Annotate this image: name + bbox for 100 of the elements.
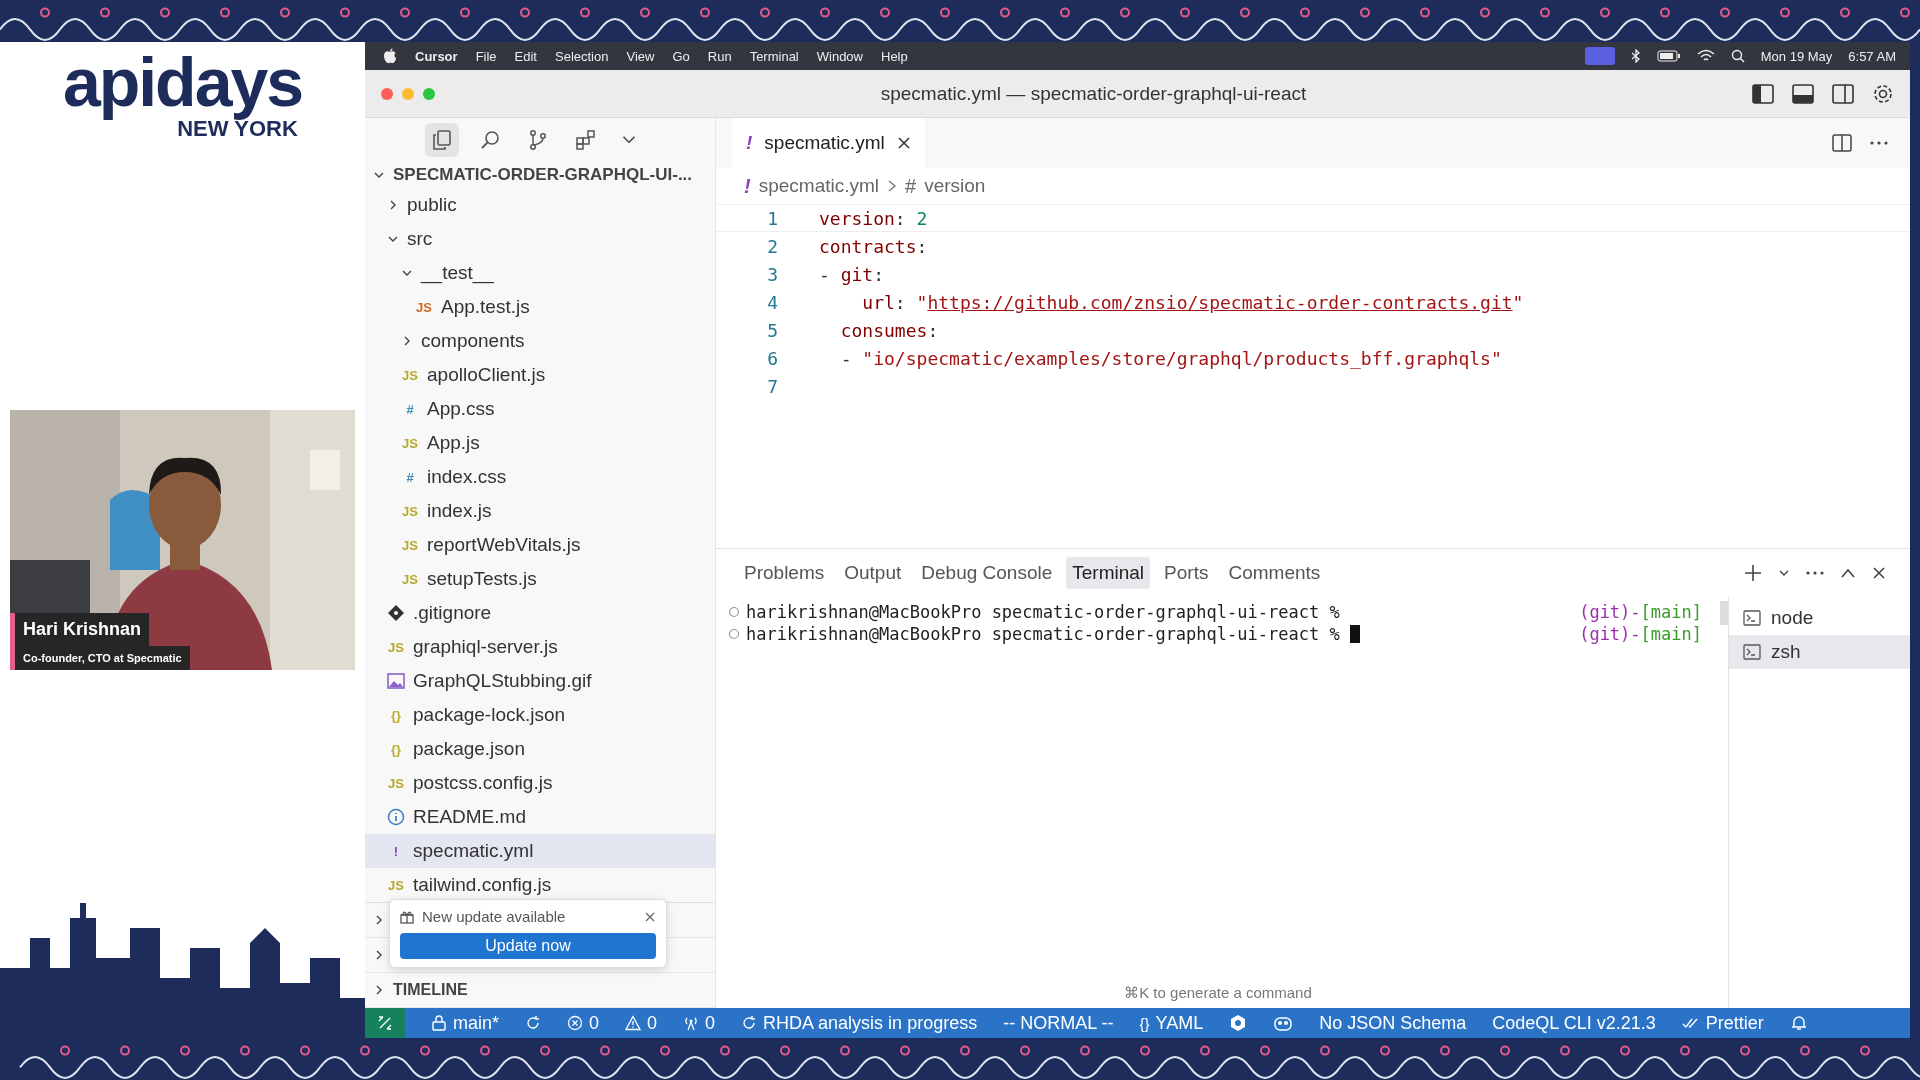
status-item[interactable]: 0 [647,1012,658,1034]
terminal-instance[interactable]: zsh [1729,635,1910,669]
status-item[interactable]: YAML [1155,1012,1204,1034]
explorer-header[interactable]: SPECMATIC-ORDER-GRAPHQL-UI-... [365,161,715,188]
tree-folder-row[interactable]: public [365,188,715,222]
wifi-icon[interactable] [1696,49,1715,63]
menu-item[interactable]: Go [672,48,690,64]
tree-row[interactable]: JS App.test.js [365,290,715,324]
panel-tab[interactable]: Debug Console [915,557,1059,589]
error-icon [567,1015,584,1031]
remote-icon [377,1015,393,1031]
tree-row[interactable]: # index.css [365,460,715,494]
close-window-button[interactable] [381,87,393,100]
breadcrumb[interactable]: version [924,175,986,197]
tree-row[interactable]: {} package.json [365,732,715,766]
tree-row[interactable]: JS tailwind.config.js [365,868,715,902]
tree-row[interactable]: JS App.js [365,426,715,460]
panel-layout-icon[interactable] [1792,83,1814,104]
update-button[interactable]: Update now [400,933,656,959]
menu-item[interactable]: Selection [555,48,609,64]
antenna-icon [683,1015,700,1031]
editor-tab[interactable]: ! specmatic.yml [732,118,925,168]
menu-item[interactable]: Edit [514,48,537,64]
file-type-icon: {} [387,741,405,757]
settings-icon[interactable] [1872,82,1894,105]
panel-tab[interactable]: Ports [1158,557,1215,589]
tree-folder-row[interactable]: __test__ [365,256,715,290]
plus-icon[interactable] [1744,564,1762,582]
menu-item[interactable]: View [626,48,655,64]
symbol-icon: ! [744,174,751,198]
file-type-icon: JS [401,367,419,383]
tree-folder-row[interactable]: src [365,222,715,256]
copilot-icon[interactable] [1273,1014,1294,1032]
menu-bar-time[interactable]: 6:57 AM [1848,48,1896,64]
apple-icon [383,48,397,64]
tree-row[interactable]: JS reportWebVitals.js [365,528,715,562]
panel-tab[interactable]: Comments [1222,557,1327,589]
branch-icon [527,128,549,151]
split-layout-icon[interactable] [1832,83,1854,104]
terminal-icon [1743,610,1761,626]
file-type-icon: JS [415,299,433,315]
status-item[interactable]: CodeQL CLI v2.21.3 [1492,1012,1656,1034]
split-editor-icon[interactable] [1832,134,1852,152]
tree-row[interactable]: README.md [365,800,715,834]
status-item[interactable]: 0 [705,1012,716,1034]
menu-item[interactable]: Help [881,48,908,64]
tree-row[interactable]: JS graphiql-server.js [365,630,715,664]
chevron-down-icon [623,136,635,144]
line-number: 7 [766,375,778,397]
yaml-file-icon: ! [746,132,753,154]
file-type-icon: JS [401,571,419,587]
tree-row[interactable]: # App.css [365,392,715,426]
line-number: 3 [766,263,778,285]
more-icon[interactable] [1806,571,1824,575]
file-type-icon: # [401,469,419,485]
tree-row[interactable]: JS postcss.config.js [365,766,715,800]
menu-item[interactable]: Window [816,48,863,64]
panel-tab[interactable]: Output [838,557,908,589]
more-icon[interactable] [1870,141,1888,145]
tree-row[interactable]: JS apolloClient.js [365,358,715,392]
close-icon[interactable] [896,136,911,150]
extension-icon[interactable] [1229,1014,1248,1032]
search-icon[interactable] [1730,49,1745,63]
menu-item[interactable]: Terminal [749,48,799,64]
terminal-icon [1743,644,1761,660]
menu-bar-date[interactable]: Mon 19 May [1760,48,1833,64]
battery-icon[interactable] [1656,50,1681,62]
tree-row[interactable]: JS setupTests.js [365,562,715,596]
terminal-instance[interactable]: node [1729,601,1910,635]
status-item[interactable]: 0 [589,1012,600,1034]
tree-row[interactable]: ! specmatic.yml [365,834,715,868]
circle-icon [728,628,740,640]
line-number: 4 [766,291,778,313]
status-item[interactable]: RHDA analysis in progress [763,1012,978,1034]
close-icon[interactable] [644,910,656,923]
status-item[interactable]: main* [453,1012,500,1034]
status-item[interactable]: No JSON Schema [1319,1012,1467,1034]
app-menu[interactable]: Cursor [415,48,458,64]
tree-row[interactable]: GraphQLStubbing.gif [365,664,715,698]
breadcrumb[interactable]: specmatic.yml [758,175,880,197]
menu-item[interactable]: File [475,48,497,64]
panel-tab[interactable]: Terminal [1066,557,1151,589]
tree-folder-row[interactable]: components [365,324,715,358]
terminal-hint: ⌘K to generate a command [1123,984,1313,1002]
bell-icon[interactable] [1789,1014,1808,1032]
chevron-up-icon[interactable] [1840,568,1856,578]
menu-item[interactable]: Run [707,48,732,64]
activity-button[interactable] [425,122,459,157]
close-icon[interactable] [1872,566,1886,580]
remote-button[interactable] [365,1008,405,1038]
status-item[interactable]: Prettier [1705,1012,1764,1034]
tree-row[interactable]: {} package-lock.json [365,698,715,732]
tree-row[interactable]: JS index.js [365,494,715,528]
file-type-icon: JS [387,639,405,655]
status-item[interactable]: -- NORMAL -- [1003,1012,1114,1034]
scrollbar-thumb[interactable] [1720,601,1728,625]
sidebar-layout-icon[interactable] [1752,83,1774,104]
tree-row[interactable]: .gitignore [365,596,715,630]
panel-tab[interactable]: Problems [738,557,831,589]
bluetooth-icon[interactable] [1630,49,1641,63]
